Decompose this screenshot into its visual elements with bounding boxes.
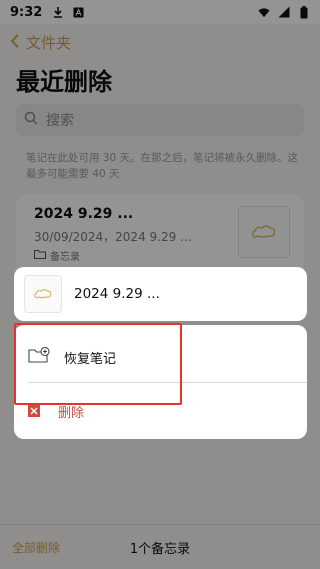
preview-title: 2024 9.29 ... (74, 286, 160, 302)
cloud-sketch-icon (34, 289, 52, 299)
highlight-box (14, 323, 182, 405)
note-preview-card: 2024 9.29 ... (14, 267, 307, 321)
preview-thumbnail (24, 275, 62, 313)
